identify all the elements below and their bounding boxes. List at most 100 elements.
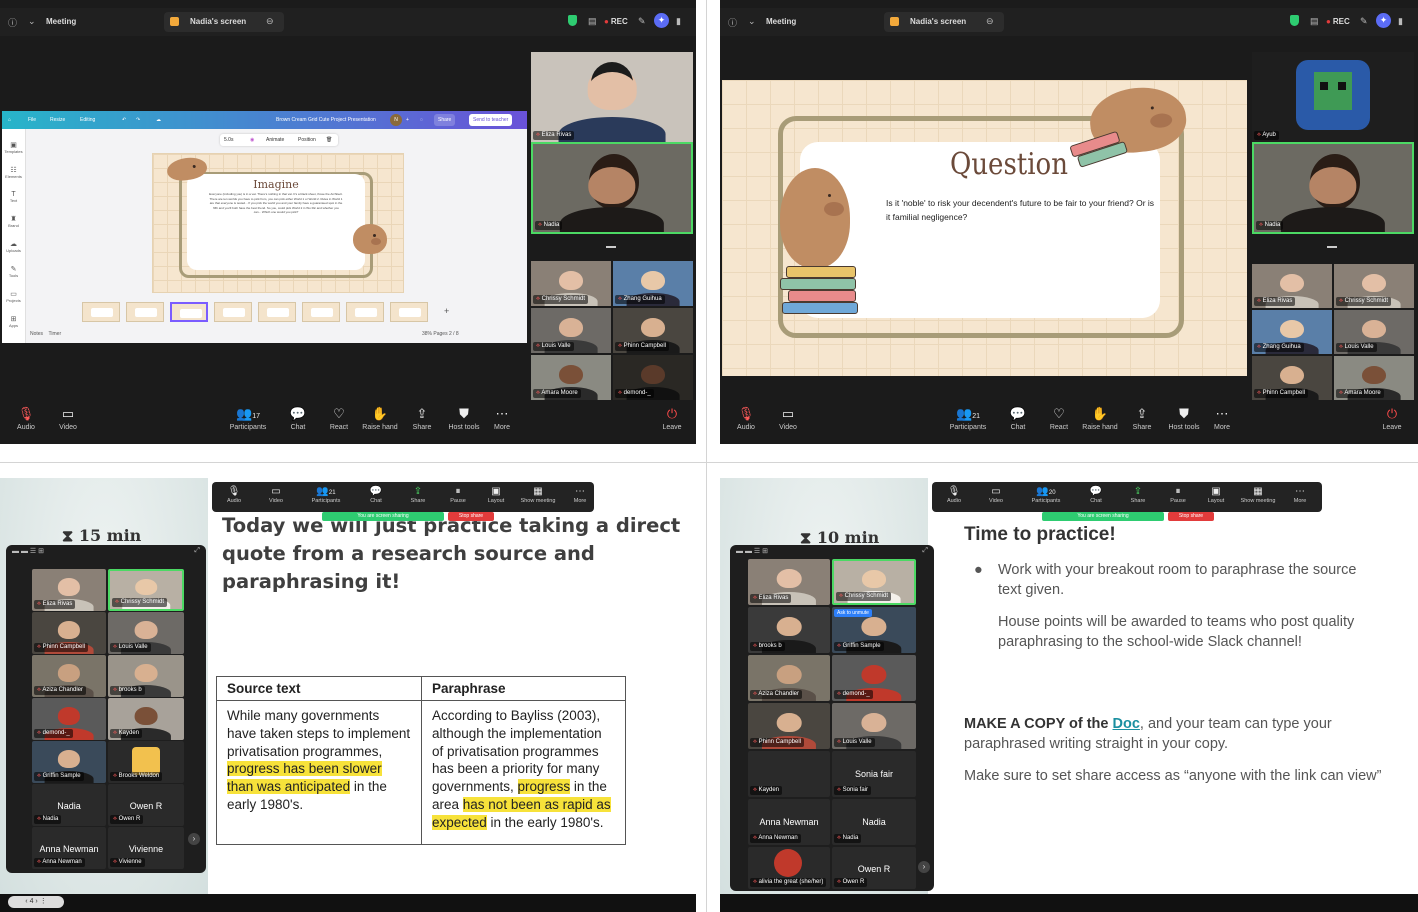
leave-button[interactable]: ⏻ Leave bbox=[1366, 406, 1418, 431]
sidebar-item-templates[interactable]: ▣ Templates bbox=[2, 141, 25, 154]
video-tile-active-speaker[interactable]: Nadia bbox=[1252, 142, 1414, 234]
video-tile[interactable]: Louis Valle bbox=[108, 612, 184, 654]
recording-indicator[interactable]: REC bbox=[604, 17, 628, 26]
video-tile[interactable]: Kayden bbox=[108, 698, 184, 740]
view-icon[interactable]: ▮ bbox=[676, 16, 681, 27]
send-to-teacher-button[interactable]: Send to teacher bbox=[469, 114, 513, 126]
video-tile[interactable]: Sonia fair Sonia fair bbox=[832, 751, 916, 797]
video-tile[interactable]: Louis Valle bbox=[832, 703, 916, 749]
participants-button[interactable]: 👥17 Participants bbox=[222, 406, 274, 431]
timer-button[interactable]: Timer bbox=[49, 331, 62, 337]
video-tile[interactable]: Eliza Rivas bbox=[531, 52, 693, 142]
minus-circle-icon[interactable]: ⊖ bbox=[986, 16, 994, 27]
menu-editing[interactable]: Editing bbox=[80, 117, 95, 123]
color-wheel-icon[interactable]: ◉ bbox=[250, 137, 254, 143]
video-tile[interactable]: brooks b bbox=[108, 655, 184, 697]
position-button[interactable]: Position bbox=[298, 137, 316, 143]
video-tile[interactable]: Aziza Chandler bbox=[32, 655, 106, 697]
video-tile-active-speaker[interactable]: Nadia bbox=[531, 142, 693, 234]
video-tile[interactable]: Owen R Owen R bbox=[832, 847, 916, 889]
video-tile[interactable]: Chrissy Schmidt bbox=[1334, 264, 1414, 308]
minus-circle-icon[interactable]: ⊖ bbox=[266, 16, 274, 27]
comment-icon[interactable]: ◌ bbox=[420, 117, 423, 123]
video-tile[interactable]: Kayden bbox=[748, 751, 830, 797]
chevron-down-icon[interactable]: ⌄ bbox=[28, 16, 36, 27]
sidebar-item-brand[interactable]: ♜ Brand bbox=[2, 215, 25, 228]
sidebar-item-uploads[interactable]: ☁ Uploads bbox=[2, 240, 25, 253]
video-tile[interactable]: Chrissy Schmidt bbox=[531, 261, 611, 306]
redo-icon[interactable]: ↷ bbox=[136, 117, 140, 123]
show-meeting-button[interactable]: ▦ Show meeting bbox=[1236, 486, 1280, 504]
duration-button[interactable]: 5.0s bbox=[224, 137, 233, 143]
video-tile[interactable]: Zhang Guihua bbox=[613, 261, 693, 306]
menu-file[interactable]: File bbox=[28, 117, 36, 123]
slide-canvas[interactable]: Imagine Everyone (including you) is in a… bbox=[152, 153, 404, 293]
video-tile[interactable]: Anna Newman Anna Newman bbox=[748, 799, 830, 845]
video-tile[interactable]: Louis Valle bbox=[531, 308, 611, 353]
video-button[interactable]: ▭ Video bbox=[42, 406, 94, 431]
video-tile[interactable]: Phinn Campbell bbox=[32, 612, 106, 654]
video-tile[interactable]: Owen R Owen R bbox=[108, 784, 184, 826]
share-screen-button[interactable]: ⇪ Share bbox=[396, 486, 440, 504]
audio-button[interactable]: 🎙 Audio bbox=[212, 486, 256, 504]
trash-icon[interactable]: 🗑 bbox=[326, 137, 332, 143]
video-tile[interactable]: Eliza Rivas bbox=[32, 569, 106, 611]
stop-share-button[interactable]: Stop share bbox=[448, 512, 494, 521]
notes-button[interactable]: Notes bbox=[30, 331, 43, 337]
canva-footer-right[interactable]: 38% Pages 2 / 8 bbox=[422, 331, 459, 337]
captions-icon[interactable]: ▤ bbox=[1310, 16, 1319, 27]
chat-button[interactable]: 💬 Chat bbox=[1074, 486, 1118, 504]
video-button[interactable]: ▭ Video bbox=[254, 486, 298, 504]
info-icon[interactable]: ⓘ bbox=[728, 16, 737, 29]
video-tile[interactable]: Anna Newman Anna Newman bbox=[32, 827, 106, 869]
annotate-pen-icon[interactable]: ✎ bbox=[638, 16, 646, 27]
video-tile[interactable]: Griffin Sample bbox=[32, 741, 106, 783]
expand-icon[interactable]: ⤢ bbox=[922, 547, 928, 555]
slide-thumbnail[interactable] bbox=[214, 302, 252, 322]
video-tile[interactable]: Ask to unmute Griffin Sample bbox=[832, 607, 916, 653]
video-tile[interactable]: Zhang Guihua bbox=[1252, 310, 1332, 354]
slide-thumbnail[interactable] bbox=[346, 302, 384, 322]
doc-link[interactable]: Doc bbox=[1113, 716, 1140, 732]
collapse-handle[interactable] bbox=[1327, 246, 1337, 248]
video-button[interactable]: ▭ Video bbox=[762, 406, 814, 431]
view-icon[interactable]: ▮ bbox=[1398, 16, 1403, 27]
captions-icon[interactable]: ▤ bbox=[588, 16, 597, 27]
sidebar-item-text[interactable]: T Text bbox=[2, 191, 25, 203]
participants-button[interactable]: 👥21 Participants bbox=[942, 406, 994, 431]
window-controls-icon[interactable]: ▬ ▬ ☰ ⊞ bbox=[736, 547, 768, 555]
more-button[interactable]: ⋯ More bbox=[558, 486, 602, 504]
avatar[interactable]: N bbox=[390, 114, 402, 126]
collapse-handle[interactable] bbox=[606, 246, 616, 248]
animate-button[interactable]: Animate bbox=[266, 137, 284, 143]
video-tile[interactable]: Eliza Rivas bbox=[1252, 264, 1332, 308]
ai-companion-icon[interactable]: ✦ bbox=[654, 13, 669, 28]
slide-pager[interactable]: ‹ 4 › ⋮ bbox=[8, 896, 64, 908]
audio-button[interactable]: 🎙 Audio bbox=[932, 486, 976, 504]
video-tile[interactable]: Phinn Campbell bbox=[613, 308, 693, 353]
annotate-pen-icon[interactable]: ✎ bbox=[1360, 16, 1368, 27]
video-tile-active-speaker[interactable]: Chrissy Schmidt bbox=[832, 559, 916, 605]
video-tile[interactable]: demond-_ bbox=[32, 698, 106, 740]
video-tile[interactable]: Louis Valle bbox=[1334, 310, 1414, 354]
expand-icon[interactable]: ⤢ bbox=[194, 547, 200, 555]
layout-button[interactable]: ▣ Layout bbox=[1194, 486, 1238, 504]
participants-button[interactable]: 👥20 Participants bbox=[1024, 486, 1068, 504]
video-tile[interactable]: brooks b bbox=[748, 607, 830, 653]
ask-to-unmute-button[interactable]: Ask to unmute bbox=[834, 609, 872, 617]
sidebar-item-tools[interactable]: ✎ Tools bbox=[2, 265, 25, 278]
next-page-icon[interactable]: › bbox=[918, 861, 930, 873]
slide-thumbnail[interactable] bbox=[302, 302, 340, 322]
sidebar-item-projects[interactable]: ▭ Projects bbox=[2, 290, 25, 303]
sidebar-item-apps[interactable]: ⊞ Apps bbox=[2, 315, 25, 328]
next-page-icon[interactable]: › bbox=[188, 833, 200, 845]
slide-thumbnail[interactable] bbox=[258, 302, 296, 322]
video-button[interactable]: ▭ Video bbox=[974, 486, 1018, 504]
video-tile[interactable]: Amara Moore bbox=[531, 355, 611, 400]
share-screen-button[interactable]: ⇪ Share bbox=[1116, 486, 1160, 504]
document-title[interactable]: Brown Cream Grid Cute Project Presentati… bbox=[276, 117, 376, 123]
shared-slide[interactable]: Question Is it 'noble' to risk your dece… bbox=[722, 80, 1247, 376]
window-controls-icon[interactable]: ▬ ▬ ☰ ⊞ bbox=[12, 547, 44, 555]
show-meeting-button[interactable]: ▦ Show meeting bbox=[516, 486, 560, 504]
video-tile[interactable]: Amara Moore bbox=[1334, 356, 1414, 400]
